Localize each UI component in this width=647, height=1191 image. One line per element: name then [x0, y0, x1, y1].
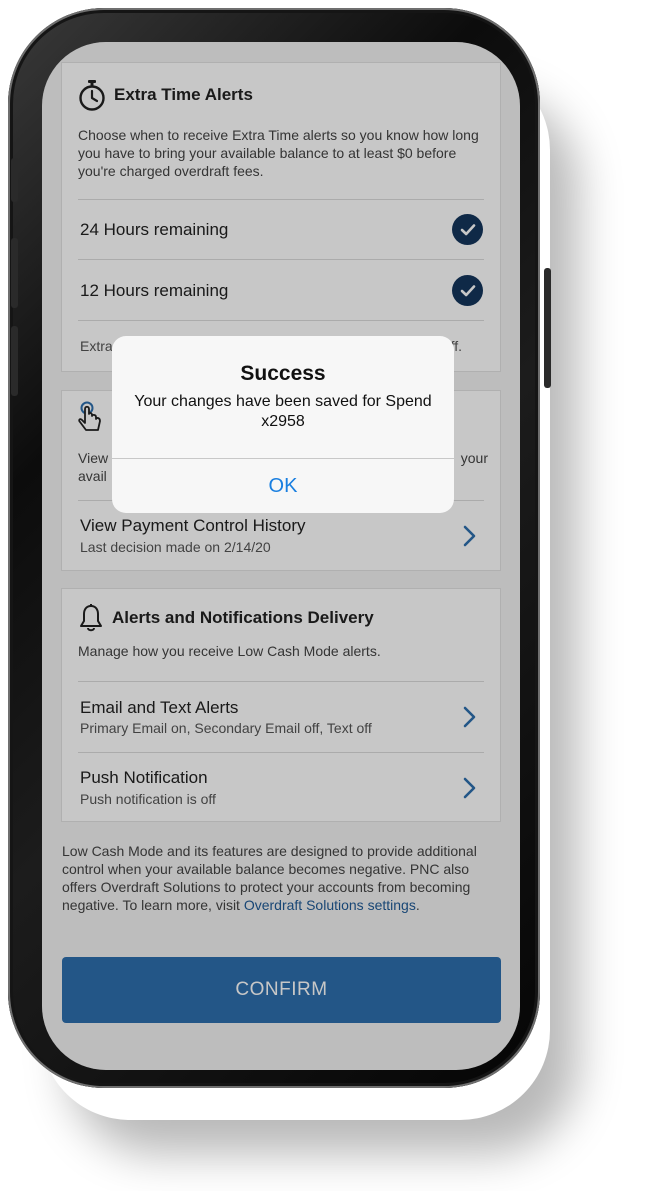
volume-up-button: [11, 238, 18, 308]
phone-frame: Extra Time Alerts Choose when to receive…: [8, 8, 551, 1088]
mute-switch: [11, 158, 18, 202]
dialog-message: Your changes have been saved for Spend x…: [134, 393, 432, 430]
success-dialog: Success Your changes have been saved for…: [112, 336, 454, 513]
modal-backdrop: [42, 42, 520, 1070]
phone-screen: Extra Time Alerts Choose when to receive…: [42, 42, 520, 1070]
dialog-title: Success: [240, 362, 326, 385]
volume-down-button: [11, 326, 18, 396]
power-button: [544, 268, 551, 388]
dialog-ok-button[interactable]: OK: [112, 459, 454, 513]
